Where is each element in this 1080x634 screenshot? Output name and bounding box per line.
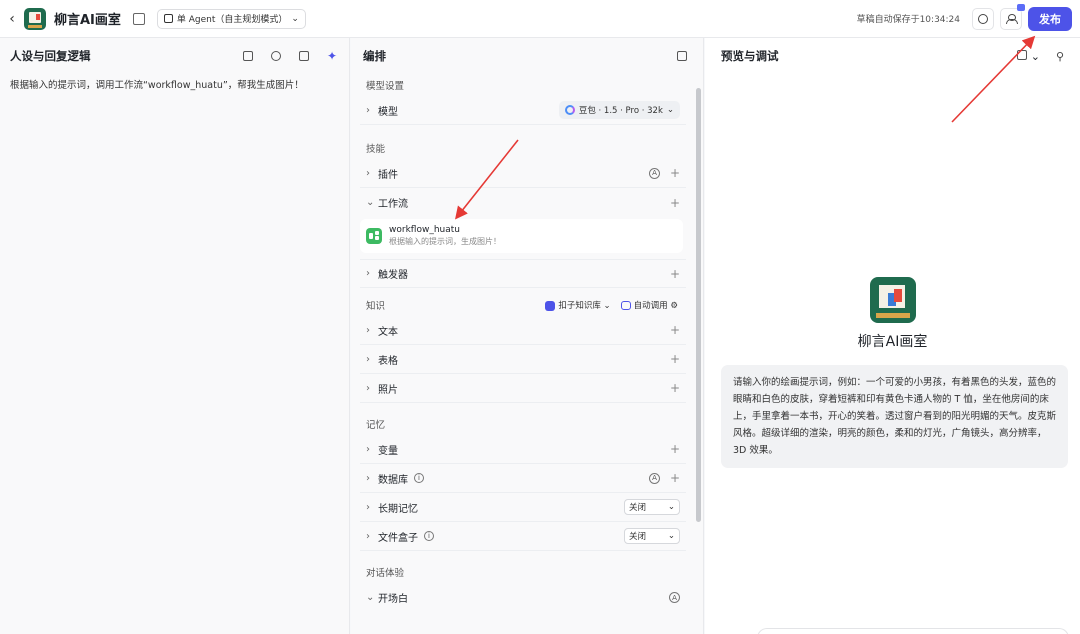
doubao-icon	[564, 105, 575, 115]
chevron-right-icon: ›	[366, 104, 370, 116]
edit-icon[interactable]	[132, 12, 145, 25]
chevron-down-icon: ⌄	[667, 502, 675, 512]
chevron-down-icon: ⌄	[366, 197, 375, 208]
template-icon[interactable]	[241, 49, 255, 63]
bot-profile: 柳言AI画室	[705, 277, 1080, 351]
workflow-desc: 根据输入的提示词，生成图片！	[389, 237, 501, 246]
filebox-row[interactable]: › 文件盒子 i 关闭 ⌄	[360, 522, 686, 551]
app-title: 柳言AI画室	[54, 13, 121, 28]
long-memory-select[interactable]: 关闭 ⌄	[624, 499, 680, 515]
collaborators-button[interactable]	[1000, 3, 1025, 30]
workflow-row[interactable]: ⌄ 工作流 +	[360, 188, 686, 217]
add-workflow-button[interactable]: +	[670, 196, 680, 210]
database-row[interactable]: › 数据库 i A +	[360, 464, 686, 493]
text-row[interactable]: › 文本 +	[360, 316, 686, 345]
history-button[interactable]	[972, 7, 994, 30]
layout-icon	[1017, 49, 1028, 60]
workflow-icon	[366, 228, 382, 244]
persona-prompt-input[interactable]: 根据输入的提示词，调用工作流“workflow_huatu”，帮我生成图片！	[0, 74, 349, 98]
chevron-right-icon: ›	[366, 324, 370, 336]
user-icon	[1006, 13, 1018, 24]
save-status: 草稿自动保存于10:34:24	[856, 15, 960, 25]
chevron-down-icon: ⌄	[291, 13, 299, 24]
filebox-select[interactable]: 关闭 ⌄	[624, 528, 680, 544]
auto-add-icon[interactable]: A	[669, 592, 680, 603]
chevron-right-icon: ›	[366, 530, 370, 542]
trigger-row[interactable]: › 触发器 +	[360, 259, 686, 288]
section-knowledge: 知识 扣子知识库 ⌄ 自动调用 ⚙	[366, 299, 678, 312]
agent-icon	[163, 14, 173, 23]
section-memory: 记忆	[366, 420, 386, 431]
add-text-button[interactable]: +	[670, 323, 680, 337]
chevron-right-icon: ›	[366, 167, 370, 179]
chevron-down-icon: ⌄	[666, 105, 674, 115]
model-row[interactable]: › 模型 豆包 · 1.5 · Pro · 32k ⌄	[360, 96, 686, 125]
add-plugin-button[interactable]: +	[670, 166, 680, 180]
opening-row[interactable]: ⌄ 开场白 A	[360, 583, 686, 612]
chevron-right-icon: ›	[366, 443, 370, 455]
photo-row[interactable]: › 照片 +	[360, 374, 686, 403]
section-model: 模型设置	[366, 81, 405, 92]
chevron-down-icon: ⌄	[366, 592, 375, 603]
add-table-button[interactable]: +	[670, 352, 680, 366]
model-select[interactable]: 豆包 · 1.5 · Pro · 32k ⌄	[558, 101, 680, 119]
publish-button[interactable]: 发布	[1028, 6, 1072, 31]
app-logo	[24, 7, 46, 30]
orchestration-panel: 编排 模型设置 › 模型 豆包 · 1.5 · Pro · 32k ⌄ 技能 ›…	[351, 38, 704, 634]
add-trigger-button[interactable]: +	[670, 267, 680, 281]
long-memory-row[interactable]: › 长期记忆 关闭 ⌄	[360, 493, 686, 522]
agent-mode-label: 单 Agent（自主规划模式）	[176, 15, 288, 25]
chevron-right-icon: ›	[366, 382, 370, 394]
chevron-right-icon: ›	[366, 472, 370, 484]
kb-source-select[interactable]: 扣子知识库 ⌄	[545, 299, 611, 311]
agent-mode-select[interactable]: 单 Agent（自主规划模式） ⌄	[156, 8, 306, 29]
scrollbar[interactable]	[696, 88, 701, 522]
history-icon	[978, 13, 988, 24]
settings-icon[interactable]: ⚲	[1056, 50, 1064, 63]
chevron-right-icon: ›	[366, 268, 370, 279]
auto-call-icon	[620, 301, 631, 310]
table-row[interactable]: › 表格 +	[360, 345, 686, 374]
bot-avatar	[869, 277, 916, 323]
chevron-down-icon: ⌄	[667, 531, 675, 541]
panel-title: 预览与调试	[721, 49, 779, 63]
chevron-left-icon[interactable]: ‹	[0, 11, 24, 27]
workflow-card[interactable]: workflow_huatu 根据输入的提示词，生成图片！	[360, 219, 683, 253]
chat-input[interactable]	[757, 628, 1069, 634]
chevron-right-icon: ›	[366, 501, 370, 513]
add-database-button[interactable]: +	[670, 471, 680, 485]
top-bar: ‹ 柳言AI画室 单 Agent（自主规划模式） ⌄ 草稿自动保存于10:34:…	[0, 0, 1080, 38]
bot-name: 柳言AI画室	[857, 334, 928, 350]
add-variable-button[interactable]: +	[670, 442, 680, 456]
auto-add-icon[interactable]: A	[649, 167, 660, 179]
persona-panel: 人设与回复逻辑 ✦ 根据输入的提示词，调用工作流“workflow_huatu”…	[0, 38, 350, 634]
plugin-row[interactable]: › 插件 A +	[360, 159, 686, 188]
workflow-name: workflow_huatu	[389, 225, 460, 235]
layout-select[interactable]: ⌄	[1017, 49, 1040, 63]
info-icon[interactable]: i	[414, 473, 424, 483]
panel-title: 人设与回复逻辑	[10, 49, 91, 63]
kb-auto-call[interactable]: 自动调用 ⚙	[620, 299, 678, 311]
chevron-right-icon: ›	[366, 353, 370, 365]
grid-icon[interactable]	[675, 49, 689, 63]
bulb-icon[interactable]	[269, 49, 283, 63]
add-photo-button[interactable]: +	[670, 381, 680, 395]
preview-panel: 预览与调试 ⌄ ⚲ 柳言AI画室 请输入你的绘画提示词，例如：一个可爱的小男孩，…	[705, 38, 1080, 634]
optimize-icon[interactable]: ✦	[325, 49, 339, 63]
variable-row[interactable]: › 变量 +	[360, 435, 686, 464]
info-icon[interactable]: i	[424, 531, 434, 541]
compare-icon[interactable]	[297, 49, 311, 63]
knowledge-icon	[545, 300, 556, 311]
notification-badge	[1017, 3, 1025, 11]
section-dialog: 对话体验	[366, 568, 405, 579]
panel-title: 编排	[363, 49, 386, 63]
opening-message: 请输入你的绘画提示词，例如：一个可爱的小男孩，有着黑色的头发，蓝色的眼睛和白色的…	[721, 365, 1068, 468]
auto-add-icon[interactable]: A	[649, 472, 660, 484]
section-skills: 技能	[366, 144, 386, 155]
